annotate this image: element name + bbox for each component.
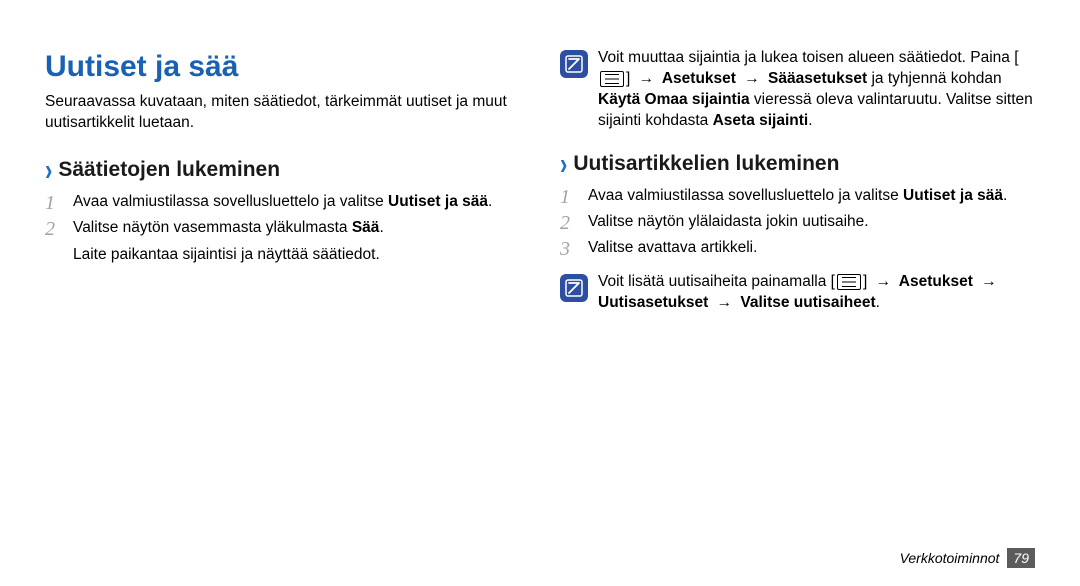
bold-text: Valitse uutisaiheet: [736, 294, 876, 311]
arrow-icon: →: [876, 273, 892, 290]
bold-text: Asetukset: [658, 70, 740, 87]
note-icon: [560, 50, 588, 78]
right-subheading: › Uutisartikkelien lukeminen: [560, 152, 1035, 176]
text: ]: [863, 273, 872, 290]
text: .: [379, 219, 383, 236]
step-body: Valitse näytön ylälaidasta jokin uutisai…: [588, 212, 1035, 234]
menu-icon: [837, 274, 861, 290]
page: Uutiset ja sää Seuraavassa kuvataan, mit…: [0, 0, 1080, 586]
text: .: [876, 294, 880, 311]
step-number: 1: [560, 186, 578, 208]
step-number: 3: [560, 238, 578, 260]
step-body: Avaa valmiustilassa sovellusluettelo ja …: [588, 186, 1035, 208]
note-1-body: Voit muuttaa sijaintia ja lukea toisen a…: [598, 48, 1035, 132]
left-subheading: › Säätietojen lukeminen: [45, 158, 520, 182]
intro-text: Seuraavassa kuvataan, miten säätiedot, t…: [45, 92, 520, 134]
text: Valitse näytön vasemmasta yläkulmasta: [73, 219, 352, 236]
text: Avaa valmiustilassa sovellusluettelo ja …: [73, 193, 388, 210]
step-body: Avaa valmiustilassa sovellusluettelo ja …: [73, 192, 520, 214]
left-step-2: 2 Valitse näytön vasemmasta yläkulmasta …: [45, 218, 520, 266]
main-title: Uutiset ja sää: [45, 50, 520, 84]
left-column: Uutiset ja sää Seuraavassa kuvataan, mit…: [45, 40, 520, 586]
right-step-2: 2 Valitse näytön ylälaidasta jokin uutis…: [560, 212, 1035, 234]
bold-text: Uutiset ja sää: [903, 187, 1003, 204]
bold-text: Sääasetukset: [764, 70, 867, 87]
arrow-icon: →: [981, 273, 997, 290]
text: .: [1003, 187, 1007, 204]
note-2: Voit lisätä uutisaiheita painamalla [] →…: [560, 272, 1035, 314]
chevron-right-icon: ›: [45, 154, 52, 185]
note-icon: [560, 274, 588, 302]
arrow-icon: →: [744, 70, 760, 87]
step-body: Valitse näytön vasemmasta yläkulmasta Sä…: [73, 218, 520, 266]
footer-page-number: 79: [1007, 548, 1035, 568]
text: Voit lisätä uutisaiheita painamalla [: [598, 273, 835, 290]
text: .: [488, 193, 492, 210]
text: .: [808, 112, 812, 129]
right-step-1: 1 Avaa valmiustilassa sovellusluettelo j…: [560, 186, 1035, 208]
right-step-3: 3 Valitse avattava artikkeli.: [560, 238, 1035, 260]
right-column: Voit muuttaa sijaintia ja lukea toisen a…: [560, 40, 1035, 586]
right-subheading-text: Uutisartikkelien lukeminen: [573, 152, 839, 176]
bold-text: Uutisasetukset: [598, 294, 713, 311]
left-subheading-text: Säätietojen lukeminen: [58, 158, 280, 182]
bold-text: Käytä Omaa sijaintia: [598, 91, 750, 108]
left-step-1: 1 Avaa valmiustilassa sovellusluettelo j…: [45, 192, 520, 214]
menu-icon: [600, 71, 624, 87]
note-1: Voit muuttaa sijaintia ja lukea toisen a…: [560, 48, 1035, 132]
bold-text: Uutiset ja sää: [388, 193, 488, 210]
footer-section: Verkkotoiminnot: [900, 550, 1000, 566]
text: Voit muuttaa sijaintia ja lukea toisen a…: [598, 49, 1019, 66]
chevron-right-icon: ›: [560, 148, 567, 179]
arrow-icon: →: [717, 294, 733, 311]
text: ]: [626, 70, 635, 87]
sub-text: Laite paikantaa sijaintisi ja näyttää sä…: [73, 245, 520, 266]
text: ja tyhjennä kohdan: [867, 70, 1001, 87]
bold-text: Asetukset: [895, 273, 977, 290]
step-number: 2: [560, 212, 578, 234]
step-number: 1: [45, 192, 63, 214]
note-2-body: Voit lisätä uutisaiheita painamalla [] →…: [598, 272, 1035, 314]
bold-text: Aseta sijainti: [713, 112, 809, 129]
footer: Verkkotoiminnot 79: [900, 548, 1035, 568]
text: Avaa valmiustilassa sovellusluettelo ja …: [588, 187, 903, 204]
step-number: 2: [45, 218, 63, 266]
step-body: Valitse avattava artikkeli.: [588, 238, 1035, 260]
bold-text: Sää: [352, 219, 380, 236]
arrow-icon: →: [639, 70, 655, 87]
